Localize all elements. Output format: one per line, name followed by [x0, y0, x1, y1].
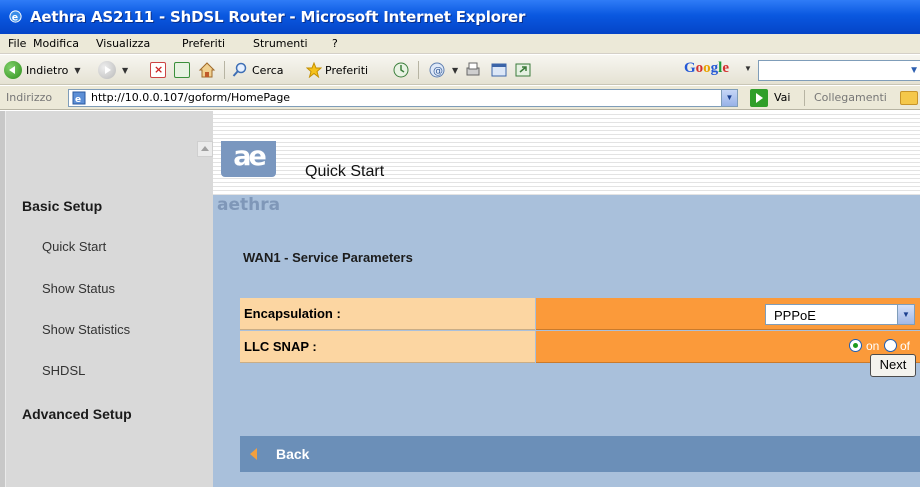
llc-snap-label: LLC SNAP : — [240, 331, 535, 363]
service-parameters-panel: WAN1 - Service Parameters Encapsulation … — [213, 195, 920, 487]
llc-snap-off-radio[interactable] — [884, 339, 897, 352]
scroll-up-icon[interactable] — [197, 141, 213, 157]
internet-explorer-icon: e — [9, 10, 22, 23]
frame-edge — [0, 111, 6, 487]
go-arrow-icon[interactable] — [750, 89, 768, 107]
star-icon — [306, 62, 322, 78]
nav-item-quick-start[interactable]: Quick Start — [42, 239, 106, 254]
encapsulation-select[interactable]: PPPoE ▼ — [765, 304, 915, 325]
llc-snap-off-label[interactable]: of — [900, 339, 910, 353]
messenger-button[interactable] — [514, 59, 532, 81]
nav-item-shdsl[interactable]: SHDSL — [42, 363, 85, 378]
chevron-down-icon[interactable]: ▼ — [721, 90, 737, 106]
section-title: WAN1 - Service Parameters — [243, 250, 413, 265]
menu-bar: File Modifica Visualizza Preferiti Strum… — [0, 34, 920, 54]
nav-item-show-status[interactable]: Show Status — [42, 281, 115, 296]
search-button[interactable]: Cerca — [232, 59, 284, 81]
home-icon — [198, 62, 216, 78]
menu-preferiti[interactable]: Preferiti — [182, 37, 225, 50]
window-icon — [515, 63, 531, 77]
encapsulation-value-cell: PPPoE ▼ — [536, 298, 920, 330]
printer-icon — [466, 62, 480, 76]
go-button[interactable]: Vai — [774, 91, 790, 104]
nav-advanced-setup[interactable]: Advanced Setup — [22, 406, 132, 422]
edit-button[interactable] — [490, 59, 508, 81]
mail-button[interactable]: @ ▼ — [428, 59, 458, 81]
chevron-down-icon[interactable]: ▼ — [897, 305, 914, 324]
page-title: Quick Start — [305, 163, 385, 180]
navigation-frame: Basic Setup Quick Start Show Status Show… — [0, 111, 213, 487]
search-button-label: Cerca — [252, 63, 284, 77]
page-icon: e — [72, 91, 86, 105]
chevron-down-icon: ▼ — [122, 65, 129, 75]
print-button[interactable] — [464, 59, 482, 81]
toolbar-separator — [418, 61, 419, 79]
google-search-input[interactable]: ▼ — [758, 60, 920, 81]
forward-button[interactable]: ▼ — [98, 59, 128, 81]
stop-icon: × — [150, 62, 166, 78]
logo-wordmark: aethra — [217, 195, 281, 215]
google-logo: Google — [684, 60, 730, 76]
search-icon — [232, 62, 247, 77]
window-titlebar: e Aethra AS2111 - ShDSL Router - Microso… — [0, 0, 920, 34]
nav-basic-setup[interactable]: Basic Setup — [22, 198, 102, 214]
next-button[interactable]: Next — [870, 354, 916, 377]
menu-modifica[interactable]: Modifica — [33, 37, 79, 50]
llc-snap-value-cell: on of — [536, 331, 920, 363]
forward-arrow-icon — [98, 61, 116, 79]
history-icon — [393, 62, 409, 78]
encapsulation-row: Encapsulation : PPPoE ▼ — [240, 298, 920, 330]
back-arrow-icon — [250, 448, 257, 460]
address-url: http://10.0.0.107/goform/HomePage — [91, 91, 291, 104]
encapsulation-selected-value: PPPoE — [774, 308, 816, 323]
menu-file[interactable]: File — [8, 37, 26, 50]
history-button[interactable] — [392, 59, 410, 81]
llc-snap-on-radio[interactable] — [849, 339, 862, 352]
links-label[interactable]: Collegamenti — [814, 91, 887, 104]
address-separator — [804, 90, 805, 106]
address-label: Indirizzo — [6, 91, 53, 104]
chevron-down-icon: ▼ — [74, 65, 81, 75]
svg-text:e: e — [75, 95, 81, 105]
menu-help[interactable]: ? — [332, 37, 338, 50]
home-button[interactable] — [198, 59, 216, 81]
favorites-button-label: Preferiti — [325, 63, 369, 77]
toolbar-separator — [224, 61, 225, 79]
mail-icon: @ — [429, 62, 445, 78]
chevron-down-icon: ▼ — [452, 65, 459, 75]
svg-text:e: e — [12, 12, 18, 23]
chevron-down-icon[interactable]: ▼ — [909, 65, 919, 76]
window-title: Aethra AS2111 - ShDSL Router - Microsoft… — [30, 8, 526, 26]
aethra-logo: ae — [221, 141, 276, 177]
svg-text:@: @ — [433, 66, 443, 77]
nav-item-show-statistics[interactable]: Show Statistics — [42, 322, 130, 337]
llc-snap-row: LLC SNAP : on of — [240, 331, 920, 363]
stop-button[interactable]: × — [150, 59, 166, 81]
back-button-label: Indietro — [26, 63, 69, 77]
logo-mark: ae — [233, 141, 267, 172]
encapsulation-label: Encapsulation : — [240, 298, 535, 330]
address-input[interactable]: e http://10.0.0.107/goform/HomePage ▼ — [68, 89, 738, 107]
refresh-button[interactable] — [174, 59, 190, 81]
llc-snap-on-label[interactable]: on — [866, 339, 879, 353]
google-menu-chevron-icon[interactable]: ▼ — [744, 64, 752, 73]
page-header: ae Quick Start — [213, 111, 920, 195]
back-arrow-icon — [4, 61, 22, 79]
address-bar: Indirizzo e http://10.0.0.107/goform/Hom… — [0, 86, 920, 110]
back-bar[interactable]: Back — [240, 436, 920, 472]
folder-icon[interactable] — [900, 91, 918, 105]
menu-strumenti[interactable]: Strumenti — [253, 37, 308, 50]
refresh-icon — [174, 62, 190, 78]
menu-visualizza[interactable]: Visualizza — [96, 37, 150, 50]
back-button[interactable]: Indietro ▼ — [4, 59, 81, 81]
back-link[interactable]: Back — [276, 446, 309, 462]
favorites-button[interactable]: Preferiti — [306, 59, 368, 81]
page-content: Basic Setup Quick Start Show Status Show… — [0, 111, 920, 487]
main-frame: ae Quick Start aethra WAN1 - Service Par… — [213, 111, 920, 487]
edit-page-icon — [491, 63, 507, 77]
